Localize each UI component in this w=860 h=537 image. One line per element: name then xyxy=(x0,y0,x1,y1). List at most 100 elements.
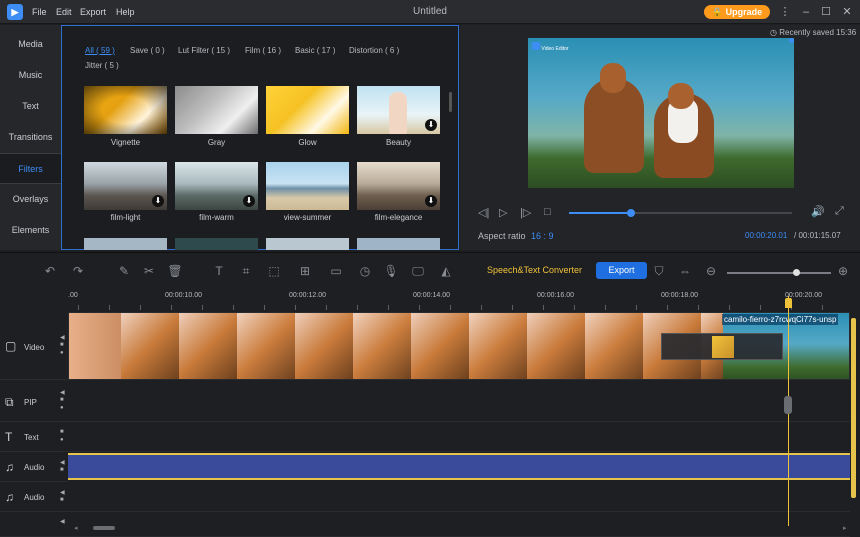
menu-icon[interactable]: ⋮ xyxy=(777,4,793,20)
filter-category-all[interactable]: All ( 59 ) xyxy=(85,46,115,55)
zoom-in-icon[interactable]: ⊕ xyxy=(835,263,851,279)
track-header-pip[interactable]: ⧉ PIP ◀ ■ ● xyxy=(0,381,68,422)
zoom-out-icon[interactable]: ⊖ xyxy=(703,263,719,279)
track-header-audio-2[interactable]: ♫ Audio ◀ ■ xyxy=(0,483,68,512)
speech-text-converter-button[interactable]: Speech&Text Converter xyxy=(487,265,582,275)
filter-thumb-gray[interactable] xyxy=(175,86,258,134)
menu-file[interactable]: File xyxy=(32,7,47,17)
delete-icon[interactable]: 🗑 xyxy=(167,263,183,279)
download-icon[interactable]: ⬇ xyxy=(243,195,255,207)
timeline-ruler[interactable]: .00 00:00:10.00 00:00:12.00 00:00:14.00 … xyxy=(68,289,850,311)
audio-lane-2[interactable] xyxy=(68,483,850,512)
filter-thumb-film-warm[interactable]: ⬇ xyxy=(175,162,258,210)
prev-frame-icon[interactable]: ◁| xyxy=(478,206,489,219)
play-icon[interactable]: ▷ xyxy=(499,206,507,219)
filter-category-film[interactable]: Film ( 16 ) xyxy=(245,46,281,55)
aspect-ratio-value[interactable]: 16 : 9 xyxy=(531,231,554,241)
filter-thumb[interactable] xyxy=(266,238,349,250)
menu-export[interactable]: Export xyxy=(80,7,106,17)
undo-icon[interactable]: ↶ xyxy=(42,263,58,279)
zoom-slider[interactable] xyxy=(727,269,831,276)
filter-category-lut[interactable]: Lut Filter ( 15 ) xyxy=(178,46,230,55)
menu-edit[interactable]: Edit xyxy=(56,7,72,17)
cut-icon[interactable]: ✂ xyxy=(141,263,157,279)
filter-category-save[interactable]: Save ( 0 ) xyxy=(130,46,165,55)
filter-thumb-view-summer[interactable] xyxy=(266,162,349,210)
filter-thumb-vignette[interactable] xyxy=(84,86,167,134)
split-icon[interactable]: ⊞ xyxy=(297,263,313,279)
menu-help[interactable]: Help xyxy=(116,7,135,17)
filter-thumb[interactable] xyxy=(357,238,440,250)
filter-thumb-glow[interactable] xyxy=(266,86,349,134)
speed-icon[interactable]: ◷ xyxy=(357,263,373,279)
playhead-handle[interactable] xyxy=(785,298,792,308)
timeline-vertical-scrollbar[interactable] xyxy=(851,318,856,498)
shield-icon[interactable]: ⛉ xyxy=(651,263,667,279)
filter-thumb-beauty[interactable]: ⬇ xyxy=(357,86,440,134)
download-icon[interactable]: ⬇ xyxy=(425,195,437,207)
crop-icon[interactable]: ⌗ xyxy=(238,263,254,279)
sidebar-item-text[interactable]: Text xyxy=(0,91,61,122)
stop-icon[interactable]: □ xyxy=(544,206,551,218)
filter-category-distortion[interactable]: Distortion ( 6 ) xyxy=(349,46,399,55)
color-fill-icon[interactable]: ◭ xyxy=(438,263,454,279)
download-icon[interactable]: ⬇ xyxy=(152,195,164,207)
zoom-slider-knob[interactable] xyxy=(793,269,800,276)
filter-thumb-film-elegance[interactable]: ⬇ xyxy=(357,162,440,210)
fit-icon[interactable]: ⇔ xyxy=(677,263,693,279)
lock-icon[interactable]: ■ xyxy=(60,342,64,348)
export-button[interactable]: Export xyxy=(596,262,647,279)
upgrade-button[interactable]: 🔒 Upgrade xyxy=(704,5,770,19)
scroll-right-icon[interactable]: ▸ xyxy=(843,524,847,532)
filter-thumb[interactable] xyxy=(84,238,167,250)
lock-icon[interactable]: ■ xyxy=(60,429,64,435)
eye-icon[interactable]: ● xyxy=(60,437,64,443)
sidebar-item-overlays[interactable]: Overlays xyxy=(0,184,61,215)
text-lane[interactable] xyxy=(68,423,850,452)
pip-drag-handle[interactable] xyxy=(784,396,792,414)
volume-icon[interactable]: ◀ xyxy=(60,518,65,525)
download-icon[interactable]: ⬇ xyxy=(425,119,437,131)
maximize-icon[interactable]: ☐ xyxy=(818,4,834,20)
close-icon[interactable]: ✕ xyxy=(839,4,855,20)
filter-scrollbar[interactable] xyxy=(449,92,452,112)
edit-icon[interactable]: ✎ xyxy=(116,263,132,279)
minimize-icon[interactable]: – xyxy=(798,4,814,20)
screen-icon[interactable]: 🖵 xyxy=(410,263,426,279)
volume-icon[interactable]: ◀ xyxy=(60,459,65,466)
lock-icon[interactable]: ■ xyxy=(60,397,64,403)
filter-category-jitter[interactable]: Jitter ( 5 ) xyxy=(85,61,119,70)
pip-lane[interactable] xyxy=(68,381,850,422)
sidebar-item-transitions[interactable]: Transitions xyxy=(0,122,61,153)
resize-icon[interactable]: ⬚ xyxy=(266,263,282,279)
extra-lane[interactable] xyxy=(68,513,850,537)
sidebar-item-music[interactable]: Music xyxy=(0,60,61,91)
track-header-extra[interactable]: ◀ xyxy=(0,513,68,537)
eye-icon[interactable]: ● xyxy=(60,405,64,411)
volume-icon[interactable]: 🔊 xyxy=(811,205,825,218)
track-header-video[interactable]: ▢ Video ◀ ■ ● xyxy=(0,312,68,380)
microphone-icon[interactable]: 🎙 xyxy=(383,263,399,279)
eye-icon[interactable]: ● xyxy=(60,350,64,356)
playback-progress-knob[interactable] xyxy=(627,209,635,217)
filter-thumb-film-light[interactable]: ⬇ xyxy=(84,162,167,210)
lock-icon[interactable]: ■ xyxy=(60,467,64,473)
scroll-left-icon[interactable]: ◂ xyxy=(74,524,78,532)
fullscreen-icon[interactable]: ⤢ xyxy=(835,205,844,218)
volume-icon[interactable]: ◀ xyxy=(60,389,65,396)
sidebar-item-media[interactable]: Media xyxy=(0,29,61,60)
text-tool-icon[interactable]: T xyxy=(211,263,227,279)
transition-marker[interactable] xyxy=(661,333,783,360)
video-preview[interactable]: Video Editor xyxy=(528,38,794,188)
next-frame-icon[interactable]: |▷ xyxy=(520,206,531,219)
sidebar-item-filters[interactable]: Filters xyxy=(0,153,61,184)
timeline-horizontal-scrollbar[interactable] xyxy=(93,526,115,530)
audio-clip[interactable] xyxy=(68,453,850,480)
frame-icon[interactable]: ▭ xyxy=(328,263,344,279)
filter-category-basic[interactable]: Basic ( 17 ) xyxy=(295,46,335,55)
volume-icon[interactable]: ◀ xyxy=(60,489,65,496)
redo-icon[interactable]: ↷ xyxy=(70,263,86,279)
volume-icon[interactable]: ◀ xyxy=(60,334,65,341)
filter-thumb[interactable] xyxy=(175,238,258,250)
lock-icon[interactable]: ■ xyxy=(60,497,64,503)
